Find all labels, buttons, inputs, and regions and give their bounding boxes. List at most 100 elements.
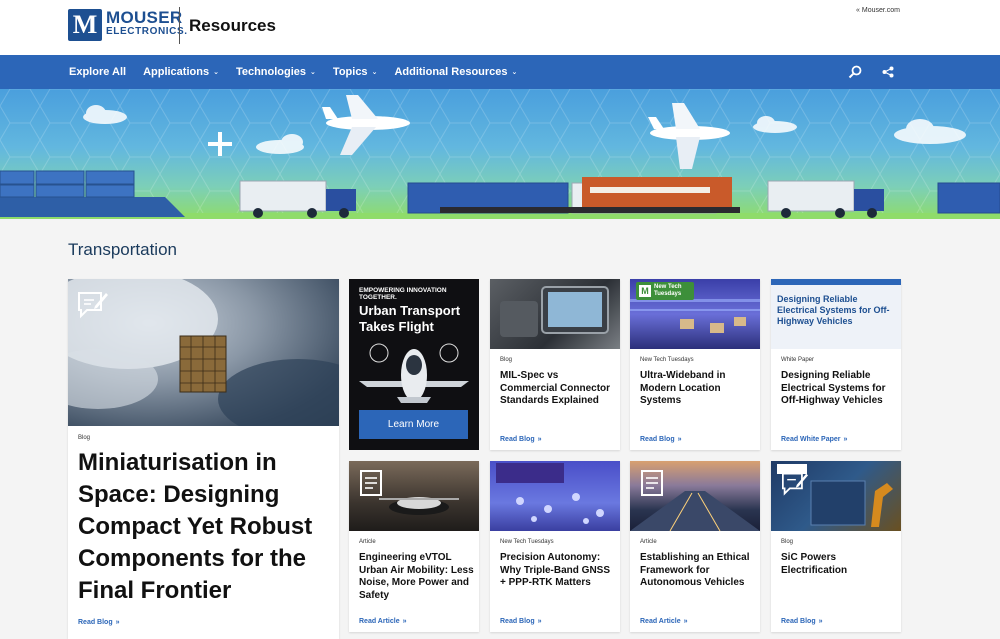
nav-additional-resources[interactable]: Additional Resources ⌄ [394, 66, 517, 78]
card-title[interactable]: Designing Reliable Electrical Systems fo… [781, 370, 897, 408]
card-read-link[interactable]: Read Article» [640, 618, 688, 625]
card-read-link[interactable]: Read Blog» [500, 436, 542, 443]
search-icon[interactable] [848, 65, 862, 79]
header-divider [179, 7, 180, 44]
feature-read-link[interactable]: Read Blog» [78, 619, 120, 626]
read-link-label: Read Blog [640, 436, 675, 443]
mouser-com-link[interactable]: « Mouser.com [856, 7, 900, 14]
nav-topics[interactable]: Topics ⌄ [333, 66, 378, 78]
chevron-down-icon: ⌄ [371, 69, 378, 76]
feature-image [68, 279, 339, 426]
nav-label: Applications [143, 66, 210, 78]
nav-items: Explore All Applications ⌄ Technologies ⌄ … [69, 55, 534, 89]
logo-text: MOUSER ELECTRONICS. [106, 8, 188, 39]
card-read-link[interactable]: Read Blog» [500, 618, 542, 625]
card-image [490, 279, 620, 349]
double-chevron-right-icon: » [115, 619, 120, 626]
card-image: M New Tech Tuesdays [630, 279, 760, 349]
card-title[interactable]: Precision Autonomy: Why Triple-Band GNSS… [500, 552, 616, 590]
read-link-label: Read Blog [781, 618, 816, 625]
card-image [630, 461, 760, 531]
nav-label: Explore All [69, 66, 127, 78]
card-read-link[interactable]: Read Blog» [640, 436, 682, 443]
card-image [349, 461, 479, 531]
card-title[interactable]: Engineering eVTOL Urban Air Mobility: Le… [359, 552, 475, 602]
badge-label: New Tech Tuesdays [654, 284, 682, 297]
document-icon [359, 469, 383, 502]
feature-title[interactable]: Miniaturisation in Space: Designing Comp… [78, 447, 333, 607]
read-link-label: Read Blog [78, 619, 113, 626]
share-icon[interactable] [882, 66, 894, 78]
section-title: Transportation [68, 240, 177, 259]
read-link-label: Read Article [640, 618, 681, 625]
blog-chat-icon [77, 290, 109, 325]
card-title[interactable]: Establishing an Ethical Framework for Au… [640, 552, 756, 590]
blog-chat-icon [781, 471, 809, 502]
satellite-icon [179, 335, 227, 393]
double-chevron-right-icon: » [537, 618, 542, 625]
article-card[interactable]: Article Establishing an Ethical Framewor… [630, 461, 760, 632]
top-header: M MOUSER ELECTRONICS. Resources « Mouser… [0, 0, 1000, 55]
read-link-label: Read Blog [500, 436, 535, 443]
double-chevron-right-icon: » [537, 436, 542, 443]
read-link-label: Read Article [359, 618, 400, 625]
evtol-aircraft-icon [359, 343, 469, 403]
card-title[interactable]: MIL-Spec vs Commercial Connector Standar… [500, 370, 616, 408]
document-icon [640, 469, 664, 502]
nav-icons [828, 55, 894, 89]
card-category: White Paper [781, 357, 815, 363]
learn-more-button[interactable]: Learn More [359, 410, 468, 439]
card-category: Article [640, 539, 657, 545]
feature-category: Blog [78, 435, 91, 441]
mouser-logo[interactable]: M MOUSER ELECTRONICS. [68, 9, 188, 41]
card-category: Article [359, 539, 376, 545]
card-title[interactable]: Ultra-Wideband in Modern Location System… [640, 370, 756, 408]
article-card[interactable]: New Tech Tuesdays Precision Autonomy: Wh… [490, 461, 620, 632]
chevron-down-icon: ⌄ [511, 69, 518, 76]
ad-banner[interactable]: EMPOWERING INNOVATION TOGETHER. Urban Tr… [349, 279, 479, 450]
article-card[interactable]: Blog SiC Powers Electrification Read Blo… [771, 461, 901, 632]
article-card[interactable]: Article Engineering eVTOL Urban Air Mobi… [349, 461, 479, 632]
image-top-bar [771, 279, 901, 285]
chevron-down-icon: ⌄ [213, 69, 219, 76]
read-link-label: Read White Paper [781, 436, 841, 443]
nav-technologies[interactable]: Technologies ⌄ [236, 66, 316, 78]
double-chevron-right-icon: » [818, 618, 823, 625]
new-tech-badge: M New Tech Tuesdays [636, 282, 694, 300]
mouser-m-icon: M [639, 285, 651, 297]
article-card[interactable]: Blog MIL-Spec vs Commercial Connector St… [490, 279, 620, 450]
logo-line-2: ELECTRONICS. [106, 26, 188, 37]
card-category: New Tech Tuesdays [500, 539, 554, 545]
card-title[interactable]: SiC Powers Electrification [781, 552, 897, 577]
site-title[interactable]: Resources [189, 16, 276, 36]
chevron-down-icon: ⌄ [310, 69, 316, 76]
image-label-box [496, 463, 564, 483]
logo-mark: M [68, 9, 102, 41]
logo-line-1: MOUSER [106, 8, 183, 27]
card-image [771, 461, 901, 531]
nav-label: Topics [332, 66, 368, 78]
double-chevron-right-icon: » [843, 436, 848, 443]
nav-applications[interactable]: Applications ⌄ [143, 66, 219, 78]
transport-illustration [0, 89, 1000, 219]
article-card[interactable]: Designing Reliable Electrical Systems fo… [771, 279, 901, 450]
double-chevron-right-icon: » [683, 618, 688, 625]
card-read-link[interactable]: Read White Paper» [781, 436, 847, 443]
card-image: Designing Reliable Electrical Systems fo… [771, 279, 901, 349]
nav-explore-all[interactable]: Explore All [69, 66, 126, 78]
whitepaper-cover-title: Designing Reliable Electrical Systems fo… [777, 294, 890, 326]
double-chevron-right-icon: » [402, 618, 407, 625]
card-read-link[interactable]: Read Article» [359, 618, 407, 625]
card-category: Blog [500, 357, 513, 363]
nav-label: Additional Resources [394, 66, 508, 78]
ad-tagline: EMPOWERING INNOVATION TOGETHER. [359, 287, 447, 301]
read-link-label: Read Blog [500, 618, 535, 625]
double-chevron-right-icon: » [677, 436, 682, 443]
card-category: Blog [781, 539, 794, 545]
card-image [490, 461, 620, 531]
main-nav: Explore All Applications ⌄ Technologies ⌄ … [0, 55, 1000, 89]
card-read-link[interactable]: Read Blog» [781, 618, 823, 625]
nav-label: Technologies [235, 66, 307, 78]
article-card[interactable]: M New Tech Tuesdays New Tech Tuesdays Ul… [630, 279, 760, 450]
featured-article[interactable]: Blog Miniaturisation in Space: Designing… [68, 279, 339, 639]
